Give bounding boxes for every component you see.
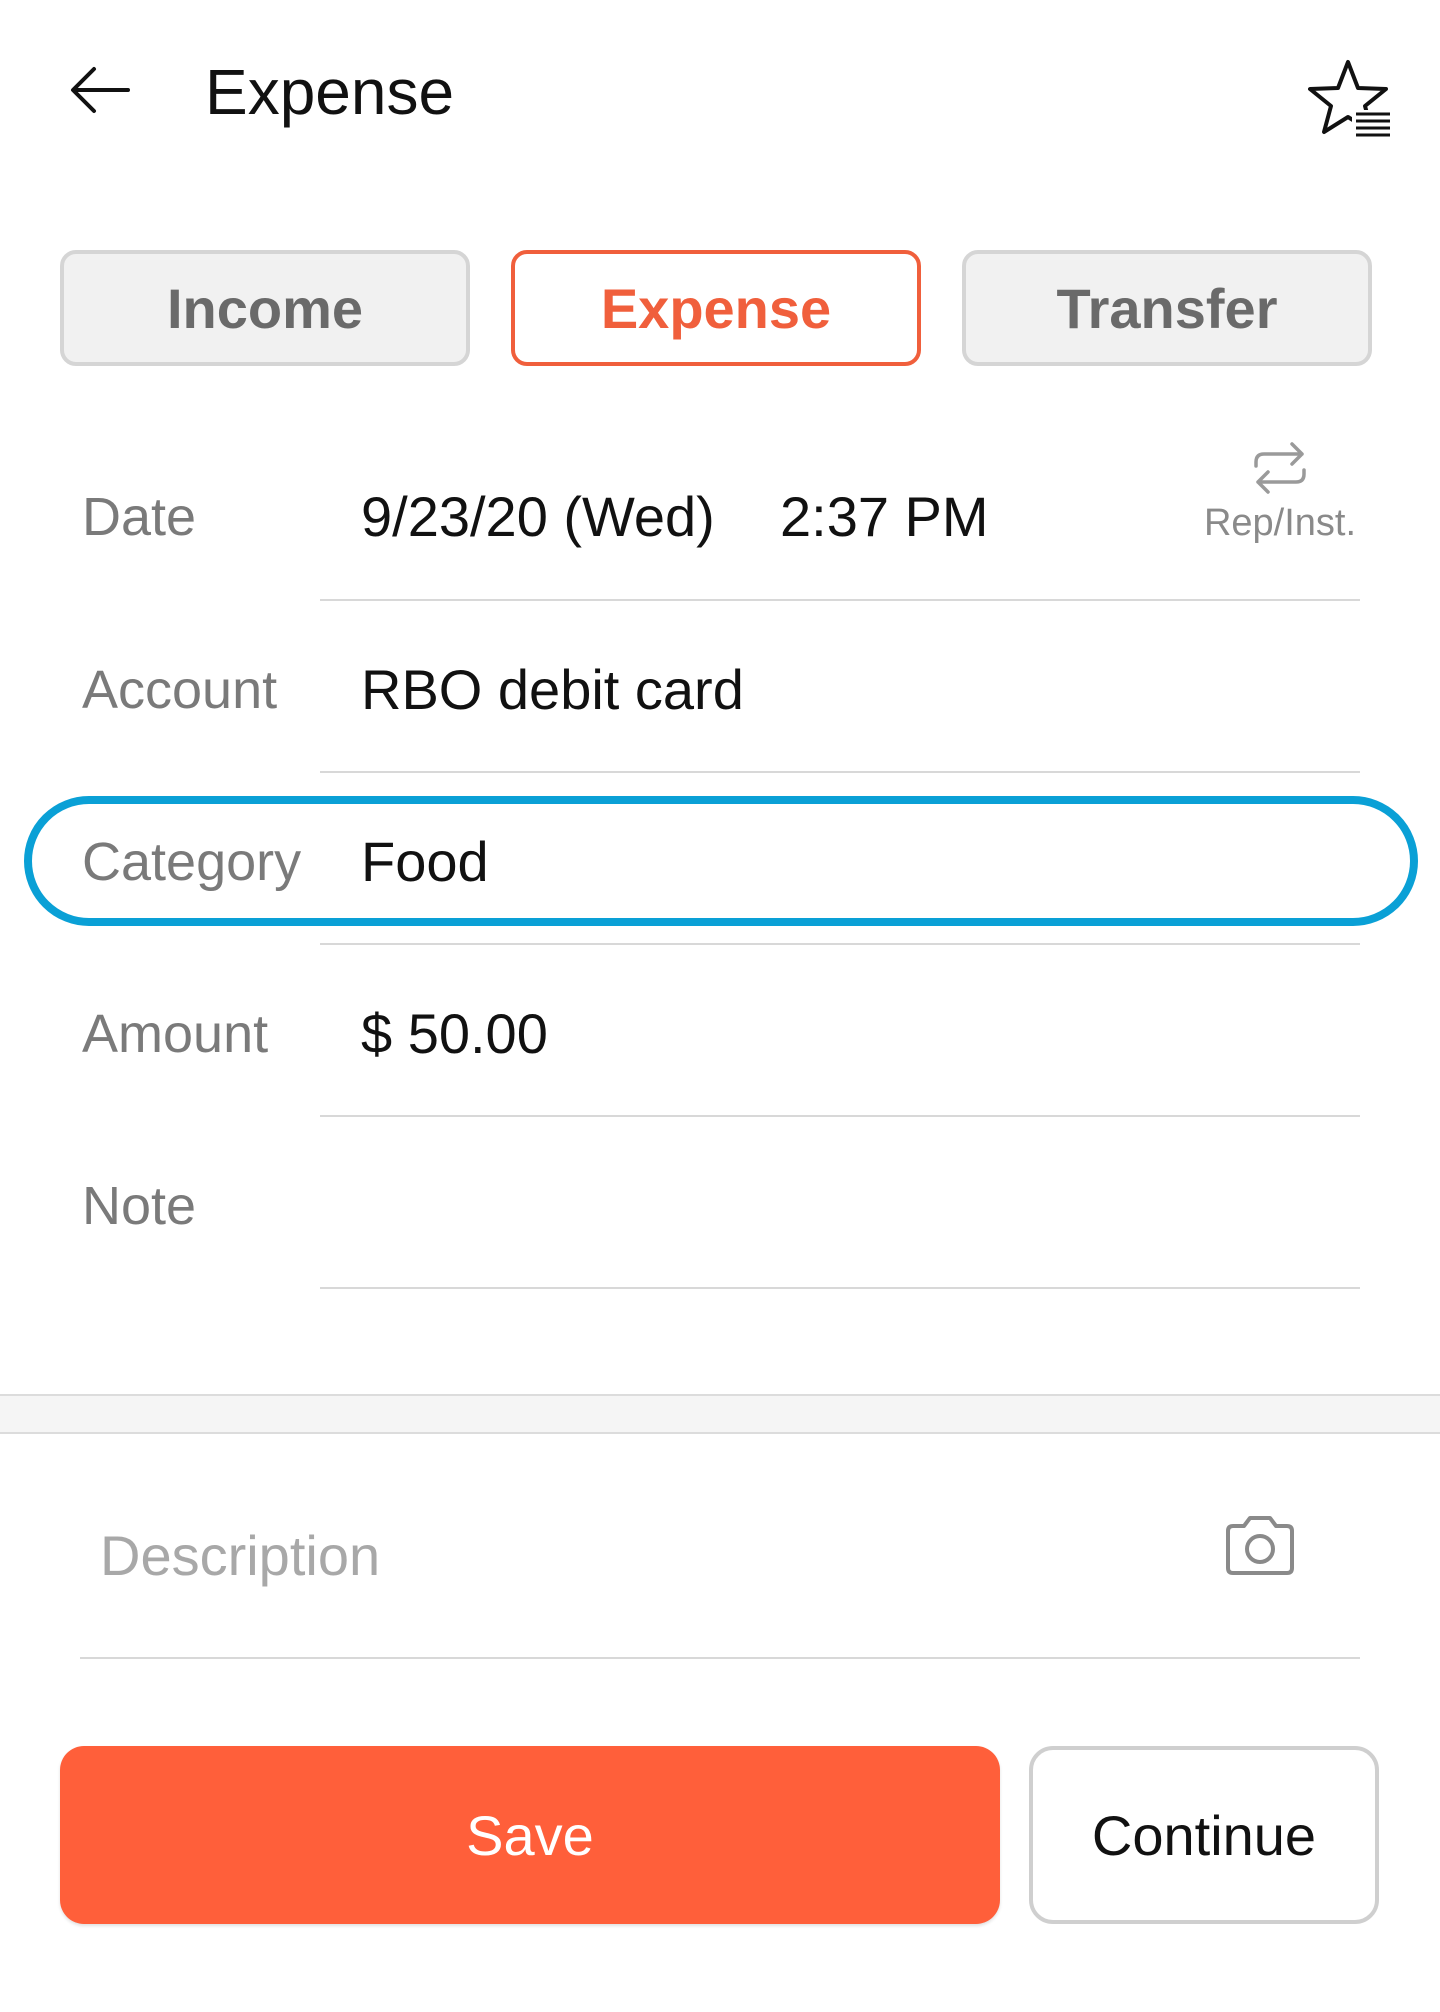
continue-button[interactable]: Continue (1029, 1746, 1379, 1924)
repeat-icon (1254, 442, 1306, 494)
description-input[interactable] (100, 1510, 1160, 1600)
note-label: Note (82, 1176, 197, 1236)
amount-label: Amount (82, 1004, 269, 1064)
category-value[interactable]: Food (361, 827, 489, 897)
amount-value[interactable]: $ 50.00 (361, 999, 548, 1069)
divider (320, 771, 1360, 773)
divider (320, 599, 1360, 601)
arrow-left-icon (71, 67, 130, 113)
date-label: Date (82, 487, 197, 547)
divider (320, 1115, 1360, 1117)
account-label: Account (82, 660, 278, 720)
account-value[interactable]: RBO debit card (361, 655, 744, 725)
date-value[interactable]: 9/23/20 (Wed) (361, 482, 715, 552)
repeat-installment-button[interactable]: Rep/Inst. (1180, 440, 1380, 580)
tab-expense[interactable]: Expense (511, 250, 921, 366)
note-value[interactable] (361, 1171, 1341, 1241)
favorites-button[interactable] (1300, 48, 1400, 148)
repeat-label: Rep/Inst. (1203, 502, 1357, 544)
tab-transfer[interactable]: Transfer (962, 250, 1372, 366)
time-value[interactable]: 2:37 PM (780, 482, 989, 552)
tab-income[interactable]: Income (60, 250, 470, 366)
star-list-icon (1308, 60, 1390, 137)
camera-button[interactable] (1215, 1500, 1305, 1590)
divider (320, 1287, 1360, 1289)
section-divider (0, 1394, 1440, 1434)
page-title: Expense (205, 56, 455, 128)
divider (320, 943, 1360, 945)
back-button[interactable] (60, 50, 140, 130)
camera-icon (1226, 1516, 1294, 1575)
divider (80, 1657, 1360, 1659)
save-button[interactable]: Save (60, 1746, 1000, 1924)
category-label: Category (82, 832, 302, 892)
